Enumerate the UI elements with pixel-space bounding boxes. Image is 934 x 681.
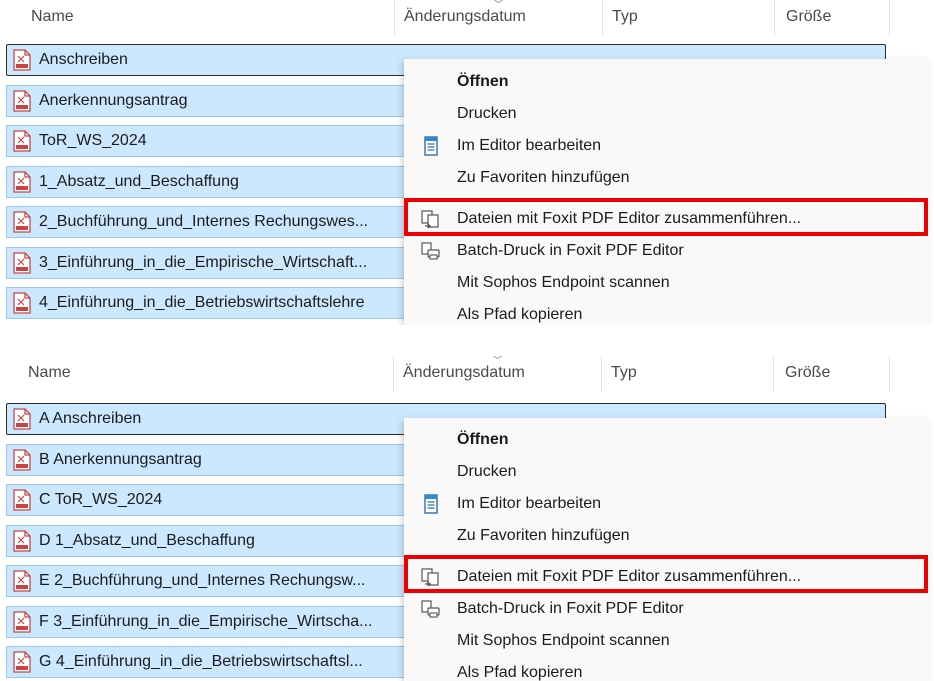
file-row[interactable]: G 4_Einführung_in_die_Betriebswirtschaft… (6, 646, 406, 678)
file-row[interactable]: C ToR_WS_2024 (6, 484, 406, 516)
file-name: 4_Einführung_in_die_Betriebswirtschaftsl… (39, 294, 365, 311)
pdf-file-icon (12, 570, 32, 592)
file-name: B Anerkennungsantrag (39, 451, 202, 468)
column-size[interactable]: Größe (785, 364, 830, 382)
pdf-file-icon (12, 252, 32, 274)
pdf-file-icon (12, 408, 32, 430)
menu-item-print[interactable]: Drucken (404, 98, 930, 130)
column-divider[interactable] (602, 0, 603, 36)
menu-item-open[interactable]: Öffnen (404, 66, 930, 98)
column-type[interactable]: Typ (611, 364, 637, 382)
menu-item-sophos[interactable]: Mit Sophos Endpoint scannen (404, 625, 930, 657)
column-header: Name ﹀ Änderungsdatum Typ Größe (0, 0, 934, 36)
file-row[interactable]: 1_Absatz_und_Beschaffung (6, 166, 406, 198)
file-name: Anschreiben (39, 51, 128, 68)
menu-item-batch-print[interactable]: Batch-Druck in Foxit PDF Editor (404, 235, 930, 267)
file-row[interactable]: 3_Einführung_in_die_Empirische_Wirtschaf… (6, 247, 406, 279)
file-name: G 4_Einführung_in_die_Betriebswirtschaft… (39, 653, 363, 670)
column-name[interactable]: Name (31, 8, 74, 26)
notepad-icon (420, 493, 442, 515)
menu-item-edit[interactable]: Im Editor bearbeiten (404, 488, 930, 520)
menu-item-open[interactable]: Öffnen (404, 424, 930, 456)
pdf-file-icon (12, 49, 32, 71)
file-name: F 3_Einführung_in_die_Empirische_Wirtsch… (39, 613, 373, 630)
file-row[interactable]: ToR_WS_2024 (6, 125, 406, 157)
file-row[interactable]: D 1_Absatz_und_Beschaffung (6, 525, 406, 557)
column-divider[interactable] (889, 356, 890, 392)
column-divider[interactable] (774, 0, 775, 36)
column-divider[interactable] (394, 0, 395, 36)
pdf-file-icon (12, 171, 32, 193)
column-date[interactable]: Änderungsdatum (404, 8, 526, 26)
pdf-file-icon (12, 90, 32, 112)
file-row[interactable]: E 2_Buchführung_und_Internes Rechungsw..… (6, 565, 406, 597)
column-divider[interactable] (393, 356, 394, 392)
column-divider[interactable] (601, 356, 602, 392)
file-name: 2_Buchführung_und_Internes Rechungswes..… (39, 213, 369, 230)
file-name: Anerkennungsantrag (39, 92, 188, 109)
menu-item-batch-print[interactable]: Batch-Druck in Foxit PDF Editor (404, 593, 930, 625)
column-date[interactable]: Änderungsdatum (403, 364, 525, 382)
pdf-file-icon (12, 611, 32, 633)
column-type[interactable]: Typ (612, 8, 638, 26)
highlight-box (404, 198, 928, 236)
notepad-icon (420, 135, 442, 157)
file-row[interactable]: 4_Einführung_in_die_Betriebswirtschaftsl… (6, 287, 406, 319)
menu-item-favorites[interactable]: Zu Favoriten hinzufügen (404, 162, 930, 194)
column-size[interactable]: Größe (786, 8, 831, 26)
pdf-file-icon (12, 489, 32, 511)
column-name[interactable]: Name (28, 364, 71, 382)
file-name: C ToR_WS_2024 (39, 491, 163, 508)
column-header: Name ﹀ Änderungsdatum Typ Größe (0, 356, 934, 392)
file-name: 1_Absatz_und_Beschaffung (39, 173, 239, 190)
file-name: D 1_Absatz_und_Beschaffung (39, 532, 255, 549)
column-divider[interactable] (889, 0, 890, 36)
file-row[interactable]: Anerkennungsantrag (6, 85, 406, 117)
explorer-panel-bottom: Name ﹀ Änderungsdatum Typ Größe A Anschr… (0, 356, 934, 681)
explorer-panel-top: Name ﹀ Änderungsdatum Typ Größe Anschrei… (0, 0, 934, 325)
menu-item-edit[interactable]: Im Editor bearbeiten (404, 130, 930, 162)
file-name: E 2_Buchführung_und_Internes Rechungsw..… (39, 572, 366, 589)
menu-item-favorites[interactable]: Zu Favoriten hinzufügen (404, 520, 930, 552)
column-divider[interactable] (773, 356, 774, 392)
menu-item-copy-path[interactable]: Als Pfad kopieren (404, 299, 930, 325)
pdf-file-icon (12, 211, 32, 233)
file-name: 3_Einführung_in_die_Empirische_Wirtschaf… (39, 254, 368, 271)
file-row[interactable]: F 3_Einführung_in_die_Empirische_Wirtsch… (6, 606, 406, 638)
foxit-batch-print-icon (420, 598, 442, 620)
pdf-file-icon (12, 449, 32, 471)
file-name: ToR_WS_2024 (39, 132, 147, 149)
file-name: A Anschreiben (39, 410, 142, 427)
context-menu: Öffnen Drucken Im Editor bearbeiten Zu F… (404, 59, 930, 325)
foxit-batch-print-icon (420, 240, 442, 262)
pdf-file-icon (12, 292, 32, 314)
pdf-file-icon (12, 130, 32, 152)
menu-item-copy-path[interactable]: Als Pfad kopieren (404, 657, 930, 681)
pdf-file-icon (12, 530, 32, 552)
highlight-box (404, 555, 928, 593)
pdf-file-icon (12, 651, 32, 673)
menu-item-sophos[interactable]: Mit Sophos Endpoint scannen (404, 267, 930, 299)
file-row[interactable]: B Anerkennungsantrag (6, 444, 406, 476)
file-row[interactable]: 2_Buchführung_und_Internes Rechungswes..… (6, 206, 406, 238)
context-menu: Öffnen Drucken Im Editor bearbeiten Zu F… (404, 418, 930, 681)
menu-item-print[interactable]: Drucken (404, 456, 930, 488)
